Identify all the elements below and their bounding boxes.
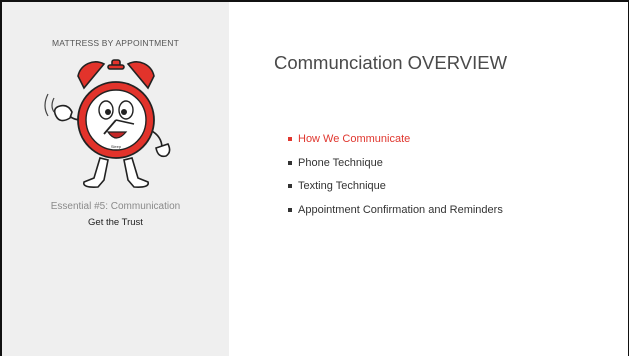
- bullet-icon: [288, 184, 292, 188]
- bullet-icon: [288, 160, 292, 165]
- section-subtitle: Get the Trust: [88, 217, 143, 228]
- alarm-clock-mascot-icon: Sleep: [44, 59, 171, 188]
- bullet-icon: [288, 207, 292, 212]
- list-item-label: Texting Technique: [298, 180, 386, 192]
- slide: MATTRESS BY APPOINTMENT Sleep Essential …: [0, 0, 629, 356]
- list-item[interactable]: How We Communicate: [288, 132, 503, 156]
- brand-name: MATTRESS BY APPOINTMENT: [51, 38, 180, 48]
- list-item[interactable]: Appointment Confirmation and Reminders: [288, 203, 503, 227]
- sidebar: MATTRESS BY APPOINTMENT Sleep Essential …: [2, 2, 229, 356]
- list-item[interactable]: Phone Technique: [288, 156, 503, 180]
- bullet-icon: [288, 137, 292, 141]
- page-title: Communciation OVERVIEW: [274, 52, 508, 73]
- svg-text:Sleep: Sleep: [111, 144, 122, 149]
- list-item-label: Phone Technique: [298, 156, 383, 169]
- list-item[interactable]: Texting Technique: [288, 179, 503, 203]
- list-item-label: Appointment Confirmation and Reminders: [298, 203, 503, 216]
- section-title: Essential #5: Communication: [50, 201, 181, 212]
- list-item-label: How We Communicate: [298, 133, 411, 145]
- topic-list: How We Communicate Phone Technique Texti…: [288, 132, 503, 226]
